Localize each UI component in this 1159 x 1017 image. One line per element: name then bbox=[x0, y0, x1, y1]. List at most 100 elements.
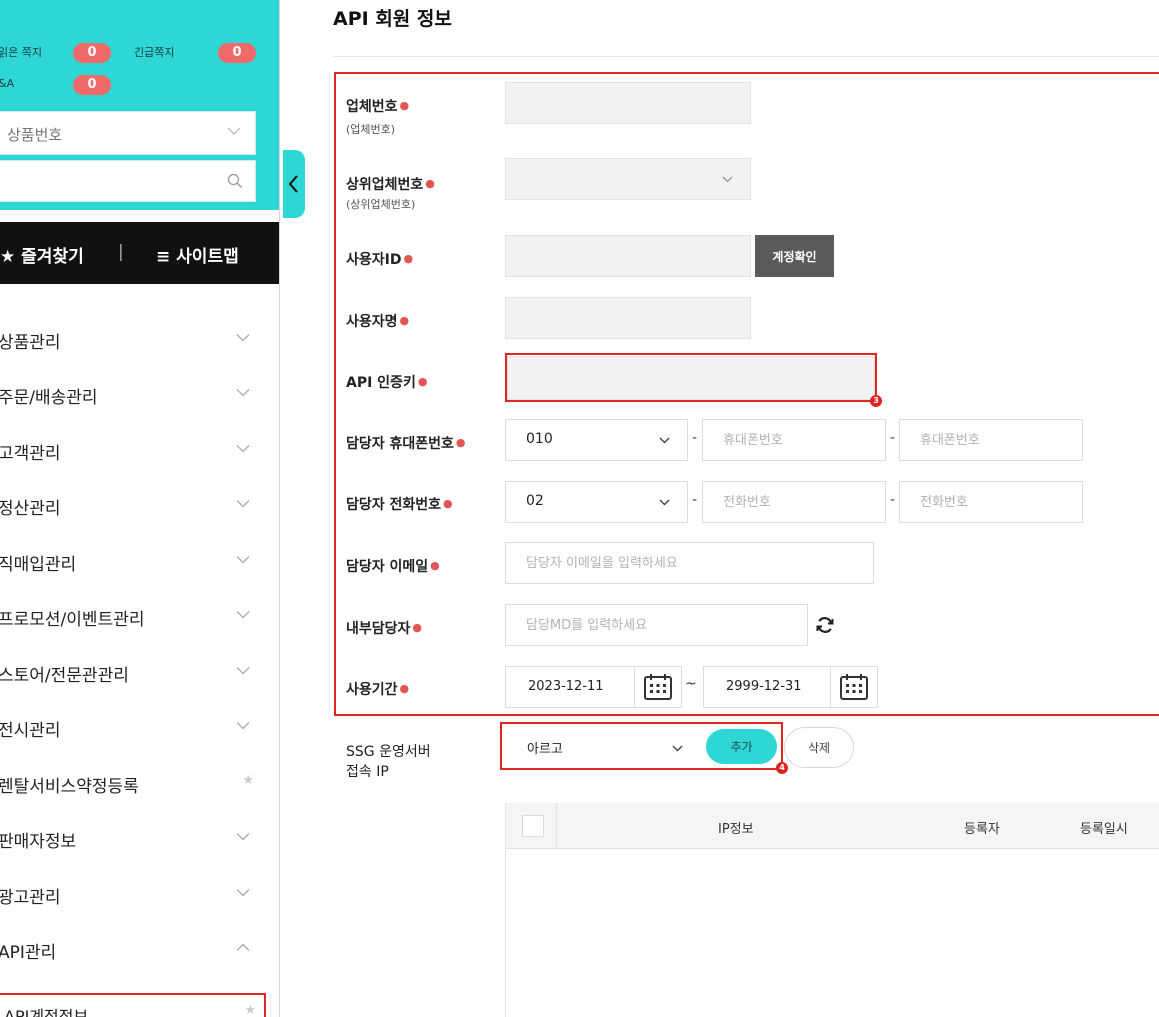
mobile-prefix-value: 010 bbox=[526, 431, 553, 447]
chevron-up-icon bbox=[236, 943, 250, 951]
chevron-down-icon bbox=[236, 445, 250, 453]
sitemap-link[interactable]: ≡ 사이트맵 bbox=[156, 242, 239, 267]
sidebar-item-rental[interactable]: 렌탈서비스약정등록 ★ bbox=[0, 762, 270, 802]
sidebar-item-label: 렌탈서비스약정등록 bbox=[0, 777, 139, 797]
sidebar-item-display[interactable]: 전시관리 bbox=[0, 706, 270, 746]
parent-company-no-sublabel: (상위업체번호) bbox=[346, 198, 416, 211]
period-end-value: 2999-12-31 bbox=[726, 679, 802, 694]
period-tilde: ~ bbox=[685, 676, 697, 692]
sidebar-item-store[interactable]: 스토어/전문관관리 bbox=[0, 651, 270, 691]
required-dot-icon: ● bbox=[455, 436, 466, 449]
required-dot-icon: ● bbox=[417, 375, 428, 388]
select-all-checkbox[interactable] bbox=[522, 815, 544, 837]
column-divider bbox=[556, 803, 557, 849]
search-icon[interactable] bbox=[227, 173, 243, 189]
required-dot-icon: ● bbox=[403, 252, 414, 265]
mobile-last-input[interactable] bbox=[899, 419, 1083, 461]
sidebar-item-label: 전시관리 bbox=[0, 721, 61, 741]
company-no-label: 업체번호 ● bbox=[346, 99, 410, 115]
user-name-label: 사용자명 ● bbox=[346, 314, 410, 330]
delete-ip-button[interactable]: 삭제 bbox=[784, 727, 854, 768]
unread-notes-badge[interactable]: 0 bbox=[73, 43, 111, 63]
sidebar-item-ads[interactable]: 광고관리 bbox=[0, 873, 270, 913]
ip-table-header: IP정보 등록자 등록일시 bbox=[506, 803, 1159, 849]
sidebar-item-order-delivery[interactable]: 주문/배송관리 bbox=[0, 373, 270, 413]
chevron-down-icon bbox=[236, 500, 250, 508]
sidebar-item-customer[interactable]: 고객관리 bbox=[0, 429, 270, 469]
urgent-notes-badge[interactable]: 0 bbox=[218, 43, 256, 63]
mobile-mid-input[interactable] bbox=[702, 419, 886, 461]
chevron-down-icon bbox=[236, 889, 250, 897]
chevron-down-icon bbox=[659, 437, 670, 444]
required-dot-icon: ● bbox=[399, 682, 410, 695]
step-marker-4: 4 bbox=[776, 762, 788, 774]
company-no-input[interactable] bbox=[505, 82, 751, 124]
sidebar-search-input[interactable] bbox=[0, 160, 256, 202]
sidebar-item-label: 프로모션/이벤트관리 bbox=[0, 610, 145, 630]
quick-links-bar: ★ 즐겨찾기 | ≡ 사이트맵 bbox=[0, 222, 279, 284]
required-dot-icon: ● bbox=[430, 559, 440, 572]
phone-mid-input[interactable] bbox=[702, 481, 886, 523]
sidebar-subitem-label: API계정정보 bbox=[4, 1007, 89, 1017]
period-start-input[interactable]: 2023-12-11 bbox=[505, 666, 635, 708]
sidebar-item-direct-purchase[interactable]: 직매입관리 bbox=[0, 540, 270, 580]
sidebar-item-api[interactable]: API관리 bbox=[0, 928, 270, 968]
parent-company-no-select[interactable] bbox=[505, 158, 751, 200]
internal-manager-label: 내부담당자 ● bbox=[346, 621, 423, 637]
required-dot-icon: ● bbox=[399, 99, 410, 112]
chevron-down-icon bbox=[236, 611, 250, 619]
chevron-down-icon bbox=[672, 745, 683, 752]
phone-prefix-select[interactable]: 02 bbox=[505, 481, 688, 523]
chevron-down-icon bbox=[227, 127, 241, 135]
required-dot-icon: ● bbox=[425, 177, 435, 190]
phone-prefix-value: 02 bbox=[526, 493, 544, 509]
api-key-highlight bbox=[505, 353, 877, 402]
ip-table: IP정보 등록자 등록일시 bbox=[505, 803, 1159, 1017]
chevron-down-icon bbox=[236, 722, 250, 730]
chevron-down-icon bbox=[236, 833, 250, 841]
search-type-select[interactable]: 상품번호 bbox=[0, 111, 256, 155]
mobile-prefix-select[interactable]: 010 bbox=[505, 419, 688, 461]
required-dot-icon: ● bbox=[399, 314, 410, 327]
refresh-icon[interactable] bbox=[815, 615, 835, 635]
sidebar-item-promotion[interactable]: 프로모션/이벤트관리 bbox=[0, 595, 270, 635]
mobile-dash-2: - bbox=[890, 430, 896, 446]
user-id-input[interactable] bbox=[505, 235, 751, 277]
user-id-label: 사용자ID ● bbox=[346, 252, 414, 268]
sidebar-item-product[interactable]: 상품관리 bbox=[0, 318, 270, 358]
step-marker-3: 3 bbox=[870, 395, 882, 407]
qa-badge[interactable]: 0 bbox=[73, 75, 111, 95]
mobile-label: 담당자 휴대폰번호 ● bbox=[346, 436, 466, 452]
parent-company-no-label: 상위업체번호 ● bbox=[346, 177, 435, 193]
period-end-input[interactable]: 2999-12-31 bbox=[703, 666, 833, 708]
sidebar-item-settlement[interactable]: 정산관리 bbox=[0, 484, 270, 524]
quick-links-separator: | bbox=[118, 242, 124, 262]
period-label: 사용기간 ● bbox=[346, 682, 410, 698]
period-start-calendar-button[interactable] bbox=[634, 666, 682, 708]
sidebar-item-seller-info[interactable]: 판매자정보 bbox=[0, 817, 270, 857]
sidebar-item-label: 고객관리 bbox=[0, 444, 61, 464]
star-icon[interactable]: ★ bbox=[244, 1003, 256, 1017]
sidebar-collapse-button[interactable] bbox=[283, 150, 305, 218]
server-select[interactable]: 아르고 bbox=[506, 727, 698, 767]
chevron-down-icon bbox=[722, 176, 733, 183]
sidebar: 읽은 쪽지 0 긴급쪽지 0 &A 0 상품번호 ★ 즐겨찾기 | ≡ 사이트맵… bbox=[0, 0, 280, 1017]
star-icon[interactable]: ★ bbox=[242, 773, 254, 788]
period-end-calendar-button[interactable] bbox=[830, 666, 878, 708]
favorites-link[interactable]: ★ 즐겨찾기 bbox=[0, 242, 84, 267]
column-header-ip: IP정보 bbox=[718, 822, 754, 837]
add-ip-button[interactable]: 추가 bbox=[706, 729, 777, 764]
phone-label: 담당자 전화번호 ● bbox=[346, 497, 453, 513]
user-name-input[interactable] bbox=[505, 297, 751, 339]
search-type-value: 상품번호 bbox=[7, 126, 63, 144]
internal-manager-input[interactable] bbox=[505, 604, 808, 646]
calendar-icon bbox=[840, 674, 868, 700]
email-input[interactable] bbox=[505, 542, 874, 584]
account-check-button[interactable]: 계정확인 bbox=[755, 235, 834, 277]
sidebar-item-label: 판매자정보 bbox=[0, 832, 77, 852]
chevron-left-icon bbox=[288, 175, 298, 193]
chevron-down-icon bbox=[236, 389, 250, 397]
sidebar-subitem-api-account[interactable]: API계정정보 ★ bbox=[0, 993, 266, 1017]
phone-last-input[interactable] bbox=[899, 481, 1083, 523]
phone-dash-2: - bbox=[890, 492, 896, 508]
